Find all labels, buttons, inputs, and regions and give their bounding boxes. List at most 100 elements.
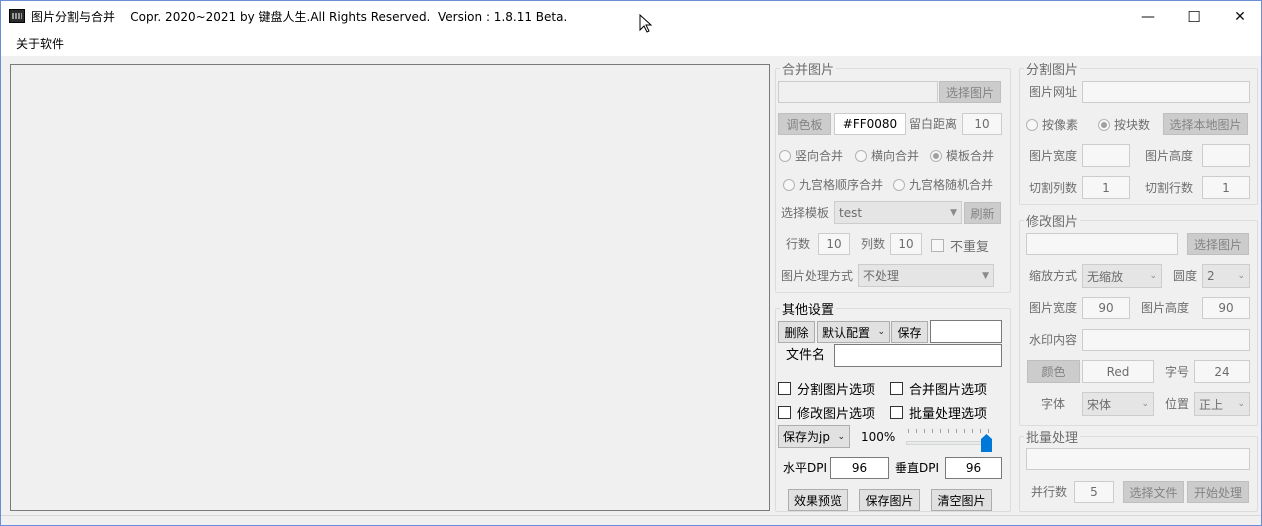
save-image-button[interactable]: 保存图片 <box>859 489 920 511</box>
position-select[interactable]: 正上 ⌄ <box>1194 392 1250 416</box>
batch-files-input[interactable] <box>1026 448 1250 470</box>
config-preset-select[interactable]: 默认配置 ⌄ <box>817 321 890 343</box>
modify-options-checkbox[interactable]: 修改图片选项 <box>778 403 875 422</box>
modify-options-checkbox-box <box>778 406 791 419</box>
merge-color-input[interactable]: #FF0080 <box>834 113 906 135</box>
threads-input[interactable]: 5 <box>1074 481 1114 503</box>
watermark-color-input[interactable]: Red <box>1082 360 1154 383</box>
image-canvas[interactable] <box>10 64 770 511</box>
radio-template-merge[interactable]: 模板合并 <box>930 147 994 164</box>
no-repeat-checkbox[interactable]: 不重复 <box>931 236 989 255</box>
start-processing-button[interactable]: 开始处理 <box>1187 481 1249 503</box>
no-repeat-checkbox-box <box>931 239 944 252</box>
margin-label: 留白距离 <box>909 117 958 131</box>
close-button[interactable]: ✕ <box>1217 1 1261 32</box>
palette-button[interactable]: 调色板 <box>778 113 831 135</box>
radio-grid-sequential[interactable]: 九宫格顺序合并 <box>783 176 883 193</box>
select-files-button[interactable]: 选择文件 <box>1123 481 1184 503</box>
font-label: 字体 <box>1041 397 1066 411</box>
vdpi-label: 垂直DPI <box>895 461 940 475</box>
select-local-image-button[interactable]: 选择本地图片 <box>1163 113 1248 135</box>
image-url-input[interactable] <box>1082 81 1250 103</box>
radio-horizontal-merge-label: 横向合并 <box>871 149 920 163</box>
radio-grid-sequential-label: 九宫格顺序合并 <box>799 178 884 192</box>
radio-by-block[interactable]: 按块数 <box>1098 116 1150 133</box>
split-height-input[interactable] <box>1202 144 1250 167</box>
modify-path-input[interactable] <box>1026 233 1178 255</box>
merge-options-checkbox[interactable]: 合并图片选项 <box>890 379 987 398</box>
radio-grid-random[interactable]: 九宫格随机合并 <box>893 176 993 193</box>
preview-button[interactable]: 效果预览 <box>788 489 848 511</box>
radio-vertical-merge[interactable]: 竖向合并 <box>779 147 843 164</box>
watermark-input[interactable] <box>1082 329 1250 351</box>
radio-by-block-label: 按块数 <box>1114 118 1151 132</box>
mouse-cursor-icon <box>639 13 653 34</box>
margin-input[interactable]: 10 <box>962 113 1002 135</box>
radius-select[interactable]: 2 ⌄ <box>1202 264 1250 288</box>
split-options-checkbox[interactable]: 分割图片选项 <box>778 379 875 398</box>
template-select[interactable]: test ▼ <box>834 201 962 224</box>
radio-grid-sequential-circle <box>783 178 795 191</box>
save-config-button[interactable]: 保存 <box>891 321 928 343</box>
maximize-button[interactable]: ☐ <box>1171 1 1217 32</box>
radio-vertical-merge-label: 竖向合并 <box>795 149 844 163</box>
merge-rows-input[interactable]: 10 <box>818 233 850 255</box>
process-method-select[interactable]: 不处理 ▼ <box>858 264 994 287</box>
modify-width-label: 图片宽度 <box>1029 301 1078 315</box>
modify-group-title: 修改图片 <box>1026 215 1079 230</box>
merge-path-input[interactable] <box>778 81 938 103</box>
hdpi-input[interactable]: 96 <box>830 457 889 479</box>
delete-config-button[interactable]: 删除 <box>778 321 815 343</box>
vdpi-input[interactable]: 96 <box>945 457 1002 479</box>
scale-mode-select[interactable]: 无缩放 ⌄ <box>1082 264 1162 288</box>
chevron-down-icon: ⌄ <box>1237 271 1245 281</box>
radio-vertical-merge-circle <box>779 149 791 162</box>
radio-horizontal-merge[interactable]: 横向合并 <box>855 147 919 164</box>
modify-select-button[interactable]: 选择图片 <box>1187 233 1249 255</box>
batch-options-label: 批量处理选项 <box>909 407 988 422</box>
config-preset-value: 默认配置 <box>822 325 871 340</box>
position-value: 正上 <box>1199 397 1224 412</box>
merge-options-label: 合并图片选项 <box>909 383 988 398</box>
threads-label: 并行数 <box>1031 485 1068 499</box>
split-height-label: 图片高度 <box>1145 149 1194 163</box>
clear-images-button[interactable]: 清空图片 <box>931 489 992 511</box>
chevron-down-icon: ⌄ <box>1149 271 1157 281</box>
split-group-title: 分割图片 <box>1026 63 1079 78</box>
split-width-input[interactable] <box>1082 144 1130 167</box>
chevron-down-icon: ⌄ <box>1237 399 1245 409</box>
chevron-down-icon: ▼ <box>950 207 957 218</box>
save-format-value: 保存为jp <box>783 430 830 444</box>
radio-by-pixel-circle <box>1026 118 1038 131</box>
modify-width-input[interactable]: 90 <box>1082 297 1130 319</box>
watermark-color-button[interactable]: 颜色 <box>1027 360 1080 383</box>
radius-value: 2 <box>1207 269 1215 283</box>
radio-by-pixel-label: 按像素 <box>1042 118 1079 132</box>
quality-slider-ticks <box>908 429 990 433</box>
merge-select-button[interactable]: 选择图片 <box>939 81 1001 103</box>
menu-item-about[interactable]: 关于软件 <box>16 36 64 52</box>
minimize-button[interactable]: — <box>1125 1 1171 32</box>
filename-input[interactable] <box>834 344 1002 367</box>
save-format-select[interactable]: 保存为jp ⌄ <box>778 425 850 448</box>
batch-options-checkbox-box <box>890 406 903 419</box>
refresh-button[interactable]: 刷新 <box>964 202 1001 224</box>
config-name-input[interactable] <box>930 320 1002 343</box>
chevron-down-icon: ⌄ <box>837 431 845 442</box>
modify-height-input[interactable]: 90 <box>1202 297 1250 319</box>
merge-options-checkbox-box <box>890 382 903 395</box>
batch-options-checkbox[interactable]: 批量处理选项 <box>890 403 987 422</box>
batch-group-title: 批量处理 <box>1026 431 1079 446</box>
split-rows-input[interactable]: 1 <box>1202 176 1250 199</box>
font-size-input[interactable]: 24 <box>1194 360 1250 383</box>
radio-grid-random-circle <box>893 178 905 191</box>
app-window: 图片分割与合并 Copr. 2020~2021 by 键盘人生.All Righ… <box>0 0 1262 526</box>
radio-by-pixel[interactable]: 按像素 <box>1026 116 1078 133</box>
split-cols-input[interactable]: 1 <box>1082 176 1130 199</box>
quality-slider[interactable] <box>906 427 994 452</box>
font-select[interactable]: 宋体 ⌄ <box>1082 392 1154 416</box>
radio-grid-random-label: 九宫格随机合并 <box>909 178 994 192</box>
quality-slider-thumb[interactable] <box>981 434 992 452</box>
merge-cols-input[interactable]: 10 <box>890 233 922 255</box>
scale-mode-label: 缩放方式 <box>1029 269 1078 283</box>
